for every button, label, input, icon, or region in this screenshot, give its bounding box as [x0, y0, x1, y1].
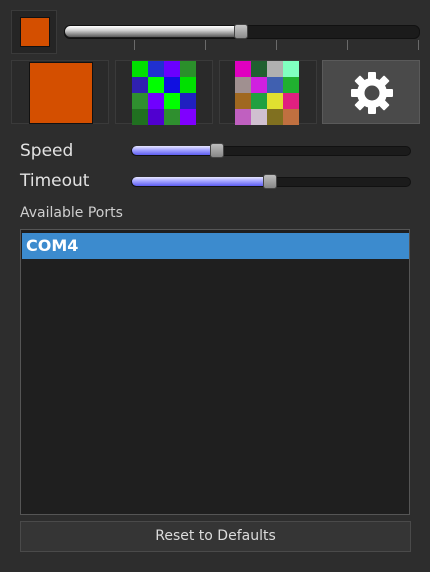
speed-label: Speed	[20, 141, 74, 161]
palette-cell	[267, 61, 283, 77]
palette-cell	[283, 61, 299, 77]
palette-pattern-2-button[interactable]	[219, 60, 317, 125]
brightness-slider[interactable]	[64, 24, 420, 52]
palette-cell	[148, 109, 164, 125]
slider-tick	[205, 40, 206, 50]
gear-icon	[351, 72, 393, 114]
palette-cell	[164, 93, 180, 109]
palette-cell	[283, 77, 299, 93]
slider-handle[interactable]	[234, 24, 248, 39]
palette-cell	[180, 109, 196, 125]
solid-color-preview	[29, 62, 93, 124]
palette-cell	[132, 109, 148, 125]
reset-to-defaults-button[interactable]: Reset to Defaults	[20, 521, 411, 552]
solid-color-button[interactable]	[11, 60, 109, 124]
palette-cell	[235, 61, 251, 77]
palette-cell	[235, 109, 251, 125]
slider-tick	[134, 40, 135, 50]
slider-tick	[347, 40, 348, 50]
current-color-button[interactable]	[11, 10, 57, 54]
palette-grid-1	[132, 61, 196, 125]
palette-cell	[235, 93, 251, 109]
speed-slider[interactable]	[131, 143, 411, 158]
timeout-slider[interactable]	[131, 174, 411, 189]
palette-cell	[164, 77, 180, 93]
current-color-swatch	[20, 17, 50, 47]
slider-fill	[65, 26, 242, 37]
timeout-label: Timeout	[20, 171, 90, 191]
palette-cell	[267, 77, 283, 93]
palette-cell	[148, 61, 164, 77]
palette-cell	[164, 61, 180, 77]
slider-fill	[132, 146, 218, 155]
palette-cell	[180, 61, 196, 77]
palette-cell	[164, 109, 180, 125]
palette-cell	[235, 77, 251, 93]
slider-fill	[132, 177, 271, 186]
palette-cell	[148, 77, 164, 93]
palette-cell	[132, 77, 148, 93]
slider-handle[interactable]	[210, 143, 224, 158]
palette-cell	[251, 61, 267, 77]
slider-tick	[418, 40, 419, 50]
list-item[interactable]: COM4	[22, 233, 409, 259]
slider-handle[interactable]	[263, 174, 277, 189]
palette-cell	[251, 77, 267, 93]
slider-tick	[276, 40, 277, 50]
palette-cell	[251, 109, 267, 125]
palette-cell	[148, 93, 164, 109]
palette-cell	[180, 93, 196, 109]
palette-cell	[267, 93, 283, 109]
palette-cell	[251, 93, 267, 109]
palette-cell	[180, 77, 196, 93]
palette-pattern-1-button[interactable]	[115, 60, 213, 125]
palette-cell	[283, 109, 299, 125]
palette-cell	[132, 61, 148, 77]
palette-cell	[267, 109, 283, 125]
palette-cell	[283, 93, 299, 109]
palette-cell	[132, 93, 148, 109]
ports-list[interactable]: COM4	[20, 229, 410, 515]
settings-button[interactable]	[322, 60, 420, 124]
available-ports-label: Available Ports	[20, 205, 123, 221]
palette-grid-2	[235, 61, 299, 125]
